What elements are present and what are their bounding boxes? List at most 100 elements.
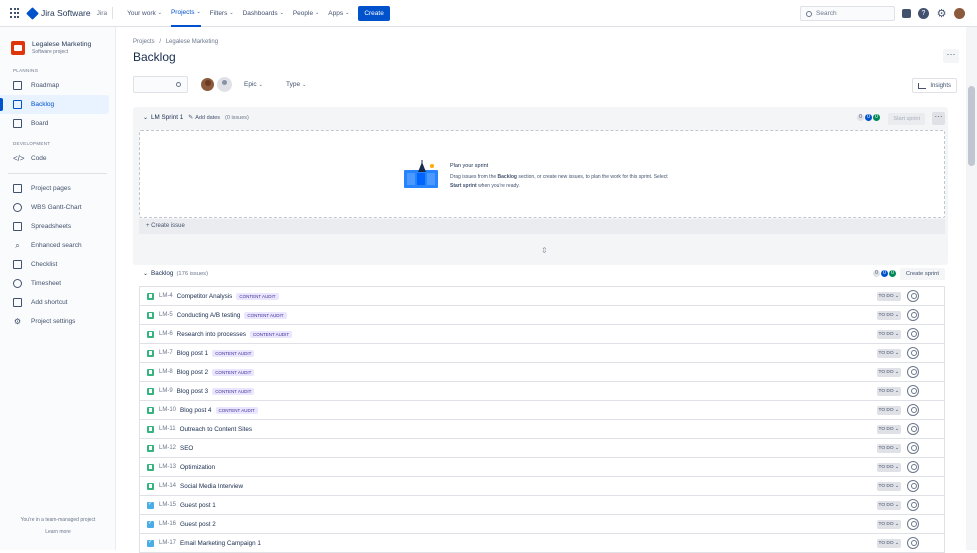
issue-key[interactable]: LM-16 (159, 521, 176, 527)
unassigned-avatar-icon[interactable] (907, 499, 919, 511)
sidebar-item-spreadsheets[interactable]: Spreadsheets (0, 217, 115, 236)
issue-key[interactable]: LM-12 (159, 445, 176, 451)
breadcrumb-project[interactable]: Legalese Marketing (166, 39, 218, 45)
issue-key[interactable]: LM-13 (159, 464, 176, 470)
drag-handle-icon[interactable]: ⇕ (541, 246, 548, 255)
issue-key[interactable]: LM-8 (159, 369, 173, 375)
issue-summary[interactable]: Guest post 1 (180, 502, 216, 509)
breadcrumb-projects[interactable]: Projects (133, 39, 155, 45)
status-dropdown[interactable]: TO DO ⌄ (876, 406, 901, 415)
issue-summary[interactable]: Blog post 4 (180, 407, 212, 414)
global-search-input[interactable]: Search (800, 6, 895, 21)
create-button[interactable]: Create (358, 5, 390, 21)
status-dropdown[interactable]: TO DO ⌄ (876, 463, 901, 472)
unassigned-avatar-icon[interactable] (907, 461, 919, 473)
app-switcher-icon[interactable] (10, 8, 20, 18)
create-sprint-button[interactable]: Create sprint (899, 268, 945, 280)
status-dropdown[interactable]: TO DO ⌄ (876, 520, 901, 529)
issue-row[interactable]: LM-8 Blog post 2 CONTENT AUDIT TO DO ⌄ (140, 363, 944, 382)
issue-summary[interactable]: Blog post 2 (177, 369, 209, 376)
issue-row[interactable]: LM-4 Competitor Analysis CONTENT AUDIT TO D… (140, 287, 944, 306)
issue-row[interactable]: LM-9 Blog post 3 CONTENT AUDIT TO DO ⌄ (140, 382, 944, 401)
sidebar-item-code[interactable]: </> Code (0, 149, 115, 168)
unassigned-avatar-icon[interactable] (907, 442, 919, 454)
issue-summary[interactable]: Conducting A/B testing (177, 312, 241, 319)
notifications-icon[interactable] (902, 9, 911, 18)
issue-summary[interactable]: SEO (180, 445, 193, 452)
backlog-search-input[interactable] (133, 76, 188, 93)
issue-row[interactable]: LM-12 SEO TO DO ⌄ (140, 439, 944, 458)
issue-summary[interactable]: Research into processes (177, 331, 246, 338)
nav-dashboards[interactable]: Dashboards ⌄ (243, 0, 284, 27)
issue-row[interactable]: LM-7 Blog post 1 CONTENT AUDIT TO DO ⌄ (140, 344, 944, 363)
issue-summary[interactable]: Guest post 2 (180, 521, 216, 528)
unassigned-avatar-icon[interactable] (907, 480, 919, 492)
nav-your-work[interactable]: Your work ⌄ (127, 0, 162, 27)
project-header[interactable]: Legalese Marketing Software project (11, 41, 115, 55)
status-dropdown[interactable]: TO DO ⌄ (876, 501, 901, 510)
issue-key[interactable]: LM-5 (159, 312, 173, 318)
sidebar-item-wbs-gantt[interactable]: WBS Gantt-Chart (0, 198, 115, 217)
issue-key[interactable]: LM-6 (159, 331, 173, 337)
help-icon[interactable]: ? (918, 8, 929, 19)
jira-logo[interactable]: Jira Software (26, 6, 91, 20)
sidebar-item-add-shortcut[interactable]: Add shortcut (0, 293, 115, 312)
issue-row[interactable]: LM-16 Guest post 2 TO DO ⌄ (140, 515, 944, 534)
assignee-filter-avatar[interactable] (200, 77, 215, 92)
status-dropdown[interactable]: TO DO ⌄ (876, 292, 901, 301)
status-dropdown[interactable]: TO DO ⌄ (876, 330, 901, 339)
unassigned-avatar-icon[interactable] (907, 290, 919, 302)
status-dropdown[interactable]: TO DO ⌄ (876, 387, 901, 396)
sidebar-item-backlog[interactable]: Backlog (0, 95, 109, 114)
issue-row[interactable]: LM-17 Email Marketing Campaign 1 TO DO ⌄ (140, 534, 944, 553)
issue-key[interactable]: LM-11 (159, 426, 176, 432)
issue-summary[interactable]: Blog post 3 (177, 388, 209, 395)
create-issue-button[interactable]: + Create issue (139, 219, 945, 234)
issue-key[interactable]: LM-17 (159, 540, 176, 546)
status-dropdown[interactable]: TO DO ⌄ (876, 425, 901, 434)
insights-button[interactable]: Insights (912, 78, 957, 93)
sprint-more-button[interactable]: ··· (932, 112, 945, 125)
issue-summary[interactable]: Optimization (180, 464, 215, 471)
sidebar-item-project-settings[interactable]: ⚙ Project settings (0, 312, 115, 331)
status-dropdown[interactable]: TO DO ⌄ (876, 482, 901, 491)
nav-apps[interactable]: Apps ⌄ (328, 0, 349, 27)
unassigned-avatar-icon[interactable] (907, 328, 919, 340)
status-dropdown[interactable]: TO DO ⌄ (876, 539, 901, 548)
pencil-icon[interactable]: ✎ (188, 114, 193, 121)
type-filter-dropdown[interactable]: Type ⌄ (286, 81, 306, 88)
issue-summary[interactable]: Blog post 1 (177, 350, 209, 357)
nav-people[interactable]: People ⌄ (293, 0, 319, 27)
epic-filter-dropdown[interactable]: Epic ⌄ (244, 81, 263, 88)
nav-filters[interactable]: Filters ⌄ (210, 0, 234, 27)
unassigned-avatar-icon[interactable] (907, 366, 919, 378)
chevron-down-icon[interactable]: ⌄ (143, 270, 148, 277)
issue-row[interactable]: LM-11 Outreach to Content Sites TO DO ⌄ (140, 420, 944, 439)
user-avatar[interactable] (954, 8, 965, 19)
status-dropdown[interactable]: TO DO ⌄ (876, 349, 901, 358)
unassigned-avatar-icon[interactable] (907, 537, 919, 549)
unassigned-avatar-icon[interactable] (907, 404, 919, 416)
unassigned-avatar-icon[interactable] (907, 385, 919, 397)
status-dropdown[interactable]: TO DO ⌄ (876, 444, 901, 453)
sidebar-item-project-pages[interactable]: Project pages (0, 179, 115, 198)
issue-key[interactable]: LM-10 (159, 407, 176, 413)
issue-key[interactable]: LM-4 (159, 293, 173, 299)
start-sprint-button[interactable]: Start sprint (888, 113, 925, 125)
backlog-title[interactable]: Backlog (151, 270, 173, 277)
issue-row[interactable]: LM-6 Research into processes CONTENT AUDIT… (140, 325, 944, 344)
unassigned-filter-avatar[interactable] (217, 77, 232, 92)
learn-more-link[interactable]: Learn more (0, 526, 116, 538)
issue-summary[interactable]: Competitor Analysis (177, 293, 233, 300)
scrollbar-thumb[interactable] (968, 86, 975, 166)
unassigned-avatar-icon[interactable] (907, 518, 919, 530)
issue-summary[interactable]: Email Marketing Campaign 1 (180, 540, 261, 547)
unassigned-avatar-icon[interactable] (907, 347, 919, 359)
issue-key[interactable]: LM-9 (159, 388, 173, 394)
unassigned-avatar-icon[interactable] (907, 309, 919, 321)
nav-projects[interactable]: Projects ⌄ (170, 0, 201, 27)
sidebar-item-enhanced-search[interactable]: ⌕ Enhanced search (0, 236, 115, 255)
issue-row[interactable]: LM-10 Blog post 4 CONTENT AUDIT TO DO ⌄ (140, 401, 944, 420)
sidebar-item-checklist[interactable]: Checklist (0, 255, 115, 274)
unassigned-avatar-icon[interactable] (907, 423, 919, 435)
